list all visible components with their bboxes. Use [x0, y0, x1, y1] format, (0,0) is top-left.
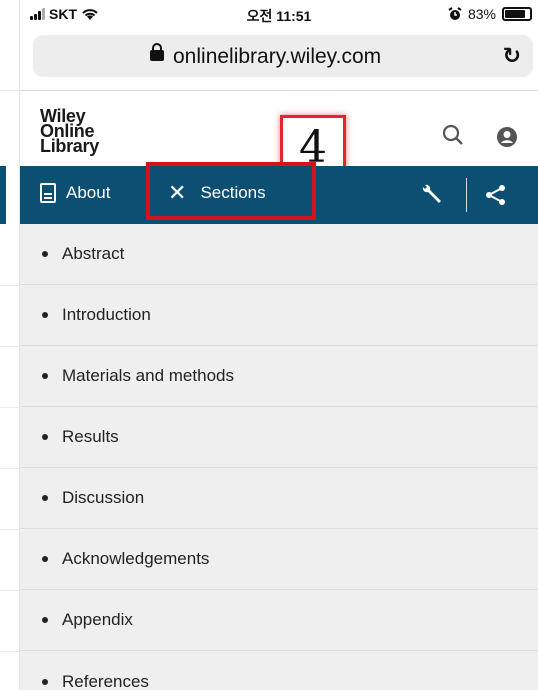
- section-label: Introduction: [62, 305, 151, 324]
- reload-icon[interactable]: ↻: [503, 43, 521, 69]
- logo-line: Library: [40, 136, 99, 156]
- alarm-icon: [448, 7, 462, 20]
- section-item-abstract[interactable]: Abstract: [20, 224, 538, 285]
- section-label: Results: [62, 427, 119, 446]
- battery-percent: 83%: [467, 6, 496, 22]
- bullet: [42, 495, 48, 501]
- section-item-introduction[interactable]: Introduction: [20, 285, 538, 346]
- bullet: [42, 556, 48, 562]
- divider: [0, 529, 20, 530]
- section-item-appendix[interactable]: Appendix: [20, 590, 538, 651]
- bullet: [42, 251, 48, 257]
- section-item-acknowledgements[interactable]: Acknowledgements: [20, 529, 538, 590]
- section-label: Acknowledgements: [62, 549, 210, 568]
- status-bar: SKT 오전 11:51 83%: [20, 0, 538, 30]
- sections-list: Abstract Introduction Materials and meth…: [20, 224, 538, 690]
- section-item-discussion[interactable]: Discussion: [20, 468, 538, 529]
- address-bar[interactable]: onlinelibrary.wiley.com ↻: [33, 35, 533, 77]
- bullet: [42, 617, 48, 623]
- lock-icon: [150, 43, 164, 61]
- section-item-results[interactable]: Results: [20, 407, 538, 468]
- wiley-online-library-logo[interactable]: Wiley Online Library: [40, 107, 99, 156]
- bullet: [42, 373, 48, 379]
- section-label: Discussion: [62, 488, 145, 507]
- bullet: [42, 434, 48, 440]
- header-divider: [20, 90, 538, 91]
- section-label: Materials and methods: [62, 366, 234, 385]
- divider: [0, 90, 20, 91]
- section-label: Appendix: [62, 610, 133, 629]
- about-label: About: [66, 183, 111, 202]
- url-text[interactable]: onlinelibrary.wiley.com: [173, 45, 381, 69]
- section-item-materials-and-methods[interactable]: Materials and methods: [20, 346, 538, 407]
- divider: [0, 285, 20, 286]
- bullet: [42, 678, 48, 685]
- background-page-strip: [0, 0, 20, 690]
- about-tab[interactable]: About: [40, 183, 110, 203]
- battery-icon: [502, 7, 532, 21]
- section-item-references[interactable]: References: [20, 651, 538, 690]
- search-icon[interactable]: [442, 124, 464, 146]
- divider: [0, 346, 20, 347]
- annotation-highlight-box: [146, 162, 316, 220]
- section-label: References: [62, 671, 149, 690]
- divider: [0, 651, 20, 652]
- share-icon[interactable]: [485, 184, 507, 206]
- bullet: [42, 312, 48, 318]
- divider: [0, 468, 20, 469]
- section-label: Abstract: [62, 244, 125, 263]
- wrench-icon[interactable]: [418, 182, 444, 208]
- divider: [0, 590, 20, 591]
- nav-divider: [466, 178, 467, 212]
- document-icon: [40, 183, 56, 203]
- user-icon[interactable]: [496, 126, 518, 148]
- background-nav-edge: [0, 166, 6, 224]
- battery-group: 83%: [448, 6, 532, 22]
- divider: [0, 407, 20, 408]
